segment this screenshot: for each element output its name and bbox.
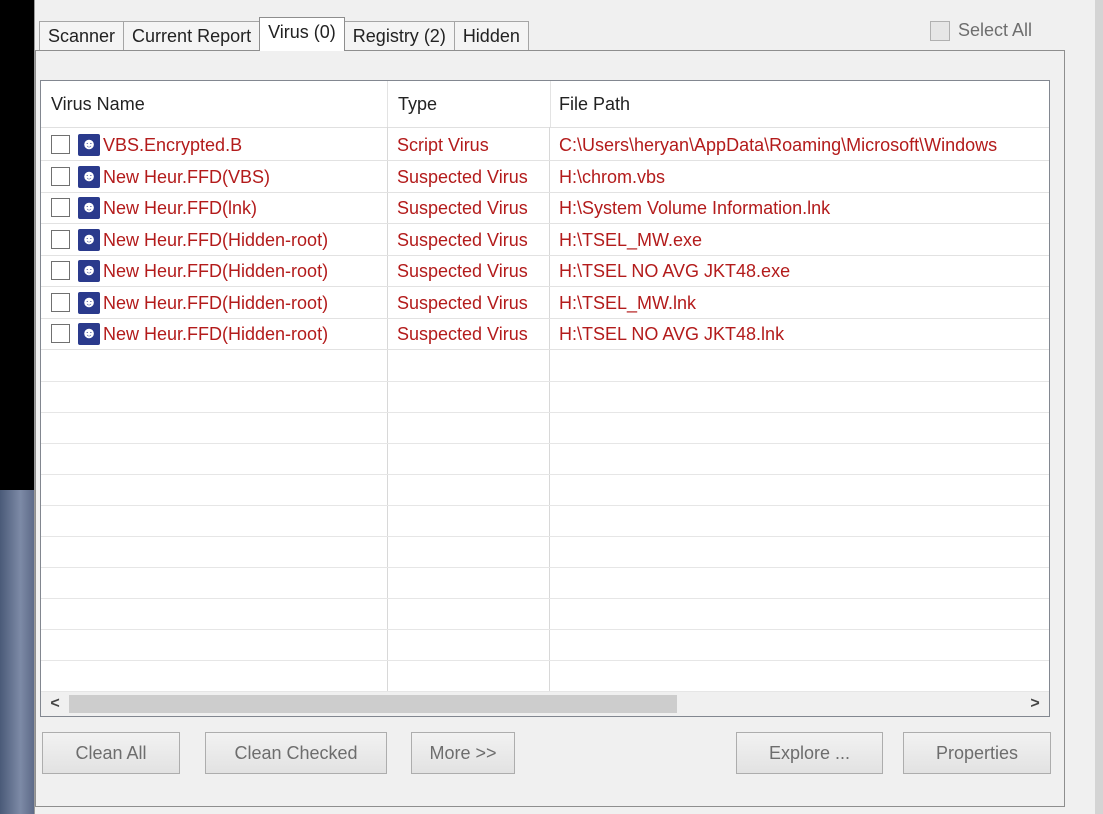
virus-name: New Heur.FFD(lnk) xyxy=(103,198,258,218)
row-checkbox[interactable] xyxy=(51,229,70,249)
file-path: H:\TSEL_MW.lnk xyxy=(559,292,697,313)
empty-row-line xyxy=(41,504,1049,506)
virus-face-icon: ☻ xyxy=(78,260,100,282)
row-checkbox[interactable] xyxy=(51,198,70,217)
list-item[interactable]: ☻ New Heur.FFD(Hidden-root) Suspected Viru… xyxy=(41,288,1049,319)
row-checkbox[interactable] xyxy=(51,135,70,154)
empty-row-line xyxy=(41,690,1049,692)
scroll-right-arrow-icon[interactable]: > xyxy=(1023,692,1047,716)
row-checkbox[interactable] xyxy=(51,324,70,343)
column-header-type[interactable]: Type xyxy=(388,81,551,127)
tab-bar: Scanner Current Report Virus (0) Registr… xyxy=(39,17,529,51)
list-header: Virus Name Type File Path xyxy=(41,81,1049,128)
virus-type: Suspected Virus xyxy=(397,324,528,344)
tab-virus[interactable]: Virus (0) xyxy=(259,17,345,51)
list-item[interactable]: ☻ New Heur.FFD(lnk) Suspected Virus H:\Syst… xyxy=(41,193,1049,224)
list-item[interactable]: ☻ VBS.Encrypted.B Script Virus C:\Users\her… xyxy=(41,130,1049,161)
list-item[interactable]: ☻ New Heur.FFD(Hidden-root) Suspected Viru… xyxy=(41,319,1049,350)
list-item[interactable]: ☻ New Heur.FFD(Hidden-root) Suspected Viru… xyxy=(41,225,1049,256)
virus-face-icon: ☻ xyxy=(78,323,100,345)
virus-name: New Heur.FFD(Hidden-root) xyxy=(103,292,329,313)
virus-name: New Heur.FFD(Hidden-root) xyxy=(103,229,329,250)
file-path: H:\TSEL NO AVG JKT48.exe xyxy=(559,261,791,281)
row-checkbox[interactable] xyxy=(51,166,70,186)
empty-row-line xyxy=(41,535,1049,537)
virus-type: Suspected Virus xyxy=(397,198,528,218)
virus-face-icon: ☻ xyxy=(78,291,100,314)
explore-button[interactable]: Explore ... xyxy=(736,732,883,774)
column-header-file-path[interactable]: File Path xyxy=(549,81,1049,127)
select-all-checkbox[interactable]: Select All xyxy=(930,20,1032,41)
column-header-virus-name[interactable]: Virus Name xyxy=(41,81,388,127)
virus-type: Suspected Virus xyxy=(397,261,528,281)
empty-row-line xyxy=(41,442,1049,444)
list-item[interactable]: ☻ New Heur.FFD(VBS) Suspected Virus H:\chro… xyxy=(41,162,1049,193)
empty-row-line xyxy=(41,597,1049,599)
virus-name: New Heur.FFD(Hidden-root) xyxy=(103,324,329,344)
desktop-background xyxy=(0,490,34,814)
checkbox-icon xyxy=(930,20,950,41)
select-all-label: Select All xyxy=(958,20,1033,40)
tab-current-report[interactable]: Current Report xyxy=(123,21,261,51)
scroll-thumb[interactable] xyxy=(69,695,677,713)
file-path: C:\Users\heryan\AppData\Roaming\Microsof… xyxy=(559,135,998,155)
clean-checked-button[interactable]: Clean Checked xyxy=(205,732,387,774)
empty-row-line xyxy=(41,659,1049,661)
properties-button[interactable]: Properties xyxy=(903,732,1051,774)
virus-face-icon: ☻ xyxy=(78,228,100,251)
antivirus-results-panel: Scanner Current Report Virus (0) Registr… xyxy=(34,0,1095,814)
empty-row-line xyxy=(41,380,1049,382)
row-checkbox[interactable] xyxy=(51,292,70,312)
virus-type: Script Virus xyxy=(397,135,489,155)
file-path: H:\TSEL_MW.exe xyxy=(559,229,703,250)
file-path: H:\System Volume Information.lnk xyxy=(559,198,831,218)
virus-name: New Heur.FFD(Hidden-root) xyxy=(103,261,329,281)
empty-row-line xyxy=(41,473,1049,475)
tab-scanner[interactable]: Scanner xyxy=(39,21,125,51)
virus-name: VBS.Encrypted.B xyxy=(103,135,243,155)
list-item[interactable]: ☻ New Heur.FFD(Hidden-root) Suspected Viru… xyxy=(41,256,1049,287)
horizontal-scrollbar[interactable]: < > xyxy=(41,691,1049,716)
virus-name: New Heur.FFD(VBS) xyxy=(103,166,271,187)
file-path: H:\chrom.vbs xyxy=(559,166,666,187)
tab-registry[interactable]: Registry (2) xyxy=(343,21,455,51)
tab-hidden[interactable]: Hidden xyxy=(453,21,529,51)
row-checkbox[interactable] xyxy=(51,261,70,280)
empty-row-line xyxy=(41,411,1049,413)
virus-list: Virus Name Type File Path ☻ VBS.Encrypted… xyxy=(40,80,1050,717)
virus-type: Suspected Virus xyxy=(397,292,528,313)
file-path: H:\TSEL NO AVG JKT48.lnk xyxy=(559,324,785,344)
virus-face-icon: ☻ xyxy=(78,197,100,219)
virus-face-icon: ☻ xyxy=(78,134,100,156)
more-button[interactable]: More >> xyxy=(411,732,515,774)
empty-row-line xyxy=(41,628,1049,630)
empty-row-line xyxy=(41,566,1049,568)
virus-face-icon: ☻ xyxy=(78,165,100,188)
virus-type: Suspected Virus xyxy=(397,166,528,187)
virus-type: Suspected Virus xyxy=(397,229,528,250)
virus-tab-page: Virus Name Type File Path ☻ VBS.Encrypted… xyxy=(35,50,1065,807)
scroll-left-arrow-icon[interactable]: < xyxy=(43,692,67,716)
clean-all-button[interactable]: Clean All xyxy=(42,732,180,774)
